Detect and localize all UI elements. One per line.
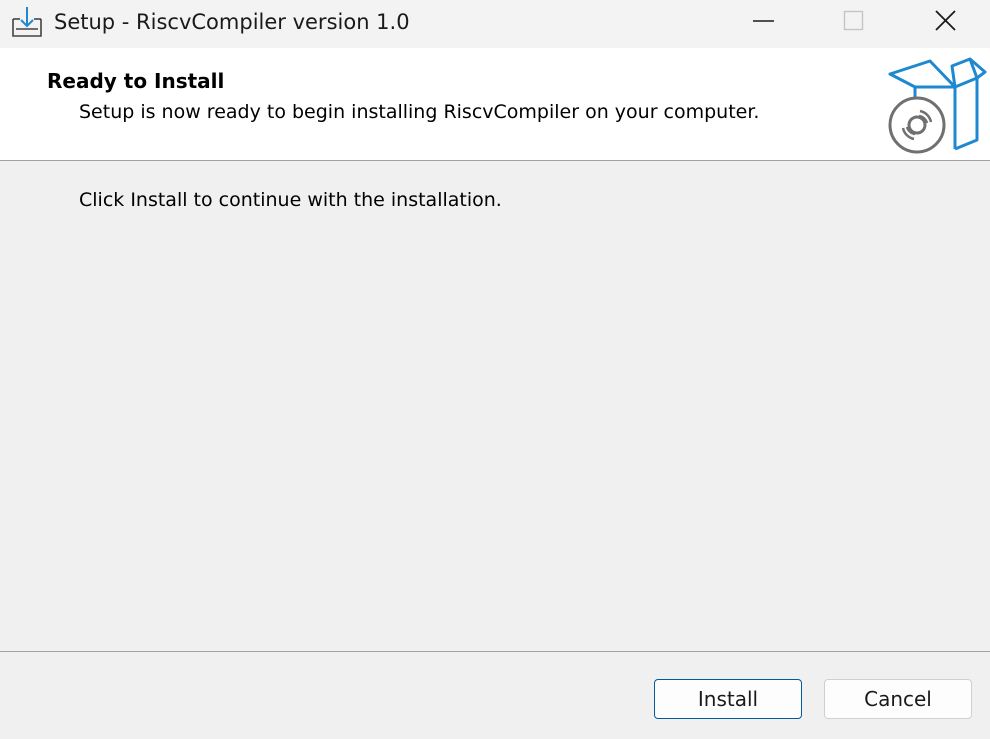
- install-button[interactable]: Install: [654, 679, 802, 719]
- page-subtitle: Setup is now ready to begin installing R…: [79, 101, 760, 123]
- setup-window: Setup - RiscvCompiler version 1.0 Ready …: [0, 0, 990, 739]
- maximize-icon: [843, 10, 864, 31]
- minimize-button[interactable]: [718, 0, 810, 44]
- close-button[interactable]: [900, 0, 990, 44]
- cancel-button[interactable]: Cancel: [824, 679, 972, 719]
- window-title: Setup - RiscvCompiler version 1.0: [54, 10, 410, 34]
- installer-download-icon: [10, 5, 44, 39]
- page-title: Ready to Install: [47, 69, 225, 93]
- close-icon: [935, 10, 956, 31]
- maximize-button[interactable]: [807, 0, 899, 44]
- wizard-header: Ready to Install Setup is now ready to b…: [0, 48, 990, 161]
- minimize-icon: [753, 20, 774, 22]
- instruction-text: Click Install to continue with the insta…: [79, 189, 502, 211]
- software-box-with-disc-icon: [885, 54, 987, 154]
- footer-divider: [0, 651, 990, 652]
- title-bar[interactable]: Setup - RiscvCompiler version 1.0: [0, 0, 990, 48]
